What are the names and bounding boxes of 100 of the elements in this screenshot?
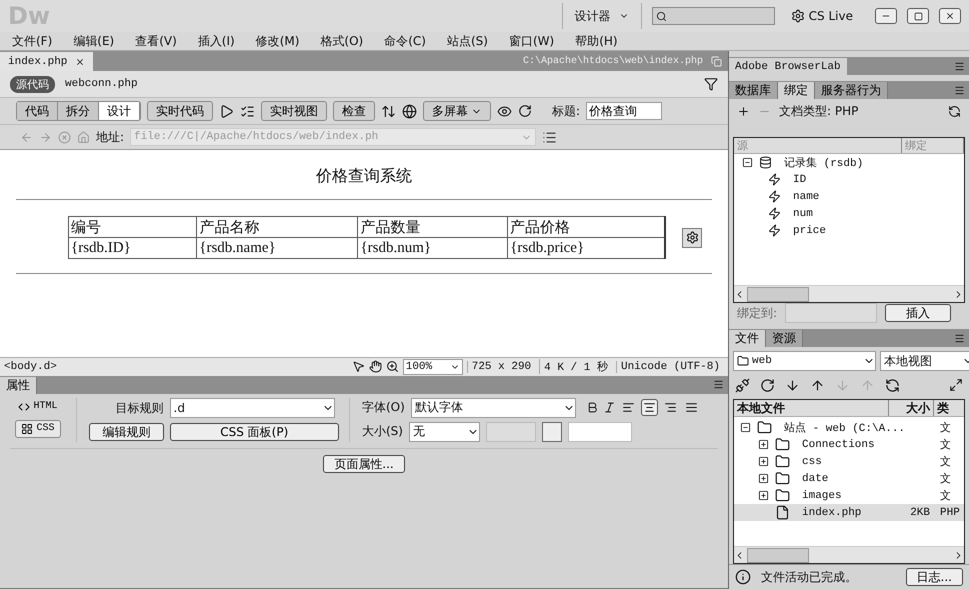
disconnect-icon[interactable]	[735, 378, 750, 392]
file-name[interactable]: date	[802, 472, 930, 484]
sync-icon[interactable]	[885, 378, 900, 392]
maximize-button[interactable]	[907, 8, 929, 24]
panel-menu-icon[interactable]	[954, 60, 965, 72]
hand-icon[interactable]	[368, 360, 382, 373]
multiscreen-button[interactable]: 多屏幕	[423, 101, 491, 121]
document-tab[interactable]: index.php	[0, 52, 94, 71]
tree-item[interactable]: name	[793, 190, 820, 202]
menu-item[interactable]: 修改(M)	[256, 32, 300, 50]
file-name[interactable]: css	[802, 456, 930, 468]
refresh-icon[interactable]	[948, 104, 961, 118]
panel-tab[interactable]: 绑定	[778, 82, 815, 99]
checklist-icon[interactable]	[240, 104, 255, 118]
panel-title[interactable]: Adobe BrowserLab	[729, 58, 847, 75]
site-select[interactable]: web	[733, 351, 876, 371]
related-file[interactable]: 源代码	[10, 76, 55, 92]
panel-tab[interactable]: 资源	[766, 330, 803, 347]
search-field[interactable]	[652, 7, 775, 25]
inspect-button[interactable]: 检查	[333, 101, 375, 121]
edit-rule-button[interactable]: 编辑规则	[89, 423, 164, 441]
refresh-icon[interactable]	[760, 378, 775, 392]
arrows-icon[interactable]	[381, 104, 396, 118]
panel-tab[interactable]: 文件	[729, 330, 766, 347]
folder-icon	[775, 471, 790, 486]
expand-icon[interactable]	[758, 473, 769, 484]
panel-tab[interactable]: 数据库	[729, 82, 778, 99]
expand-icon[interactable]	[949, 378, 963, 392]
workspace-switcher[interactable]: 设计器	[562, 3, 642, 29]
restore-icon[interactable]	[711, 56, 722, 66]
color-field[interactable]	[568, 422, 632, 442]
view-button[interactable]: 设计	[99, 102, 140, 120]
menu-item[interactable]: 站点(S)	[446, 32, 488, 50]
properties-tab[interactable]: 属性	[0, 376, 37, 394]
eye-icon[interactable]	[497, 104, 512, 118]
refresh-icon[interactable]	[518, 104, 532, 118]
scroll-thumb[interactable]	[747, 286, 809, 302]
file-name[interactable]: 站点 - web (C:\A...	[784, 420, 930, 435]
play-icon[interactable]	[219, 104, 234, 118]
panel-tab[interactable]: 服务器行为	[815, 82, 888, 99]
title-field[interactable]: 价格查询	[586, 102, 662, 120]
live-view-button[interactable]: 实时视图	[261, 101, 327, 121]
menu-item[interactable]: 格式(O)	[320, 32, 364, 50]
target-rule-select[interactable]: .d	[170, 398, 334, 418]
expand-icon[interactable]	[758, 439, 769, 450]
live-code-button[interactable]: 实时代码	[147, 101, 213, 121]
bind-to-label: 绑定到:	[737, 304, 778, 322]
gear-icon	[790, 9, 805, 23]
related-file[interactable]: webconn.php	[65, 78, 138, 90]
tag-selector[interactable]: <body.d>	[4, 360, 57, 372]
server-behavior-icon	[682, 228, 702, 248]
scroll-thumb[interactable]	[747, 548, 809, 562]
add-icon[interactable]	[737, 104, 750, 118]
cs-live-button[interactable]: CS Live	[790, 9, 853, 23]
color-swatch[interactable]	[542, 422, 562, 442]
menu-item[interactable]: 插入(I)	[198, 32, 235, 50]
file-name[interactable]: index.php	[802, 506, 880, 518]
expand-icon[interactable]	[758, 456, 769, 467]
zoom-select[interactable]: 100%	[402, 358, 463, 374]
tree-item[interactable]: num	[793, 208, 813, 220]
list-icon[interactable]	[542, 130, 558, 144]
window-size[interactable]: 725 x 290	[466, 360, 536, 372]
globe-icon[interactable]	[402, 104, 417, 118]
size-select[interactable]: 无	[408, 422, 480, 442]
log-button[interactable]: 日志...	[906, 568, 963, 586]
panel-menu-icon[interactable]	[713, 379, 724, 390]
close-icon[interactable]	[75, 56, 86, 66]
tree-item[interactable]: ID	[793, 174, 806, 186]
menu-item[interactable]: 文件(F)	[12, 32, 52, 50]
align-button[interactable]	[640, 399, 658, 416]
menu-item[interactable]: 查看(V)	[135, 32, 177, 50]
file-name[interactable]: Connections	[802, 438, 930, 450]
pointer-icon[interactable]	[352, 360, 365, 373]
view-button[interactable]: 代码	[17, 102, 58, 120]
expand-icon[interactable]	[758, 490, 769, 501]
menu-item[interactable]: 窗口(W)	[508, 32, 554, 50]
tree-item[interactable]: 记录集 (rsdb)	[784, 155, 864, 170]
menu-item[interactable]: 帮助(H)	[575, 32, 618, 50]
panel-menu-icon[interactable]	[954, 84, 965, 96]
mode-button[interactable]: HTML	[12, 398, 64, 416]
collapse-icon[interactable]	[740, 422, 751, 433]
menu-item[interactable]: 命令(C)	[384, 32, 426, 50]
view-select[interactable]: 本地视图	[880, 351, 969, 371]
css-panel-button[interactable]: CSS 面板(P)	[170, 423, 339, 441]
menu-item[interactable]: 编辑(E)	[73, 32, 114, 50]
page-properties-button[interactable]: 页面属性...	[323, 454, 405, 472]
zoom-icon[interactable]	[386, 360, 399, 373]
close-button[interactable]	[939, 8, 961, 24]
italic-icon[interactable]	[602, 401, 616, 414]
filter-icon[interactable]	[704, 77, 718, 91]
minimize-button[interactable]	[875, 8, 897, 24]
view-button[interactable]: 拆分	[58, 102, 99, 120]
insert-button[interactable]: 插入	[885, 304, 952, 322]
panel-menu-icon[interactable]	[954, 332, 965, 344]
collapse-icon[interactable]	[742, 157, 753, 168]
file-type: PHP	[939, 506, 961, 518]
mode-button[interactable]: CSS	[15, 420, 60, 438]
tree-item[interactable]: price	[793, 224, 826, 236]
file-name[interactable]: images	[802, 490, 930, 502]
font-select[interactable]: 默认字体	[410, 398, 576, 418]
